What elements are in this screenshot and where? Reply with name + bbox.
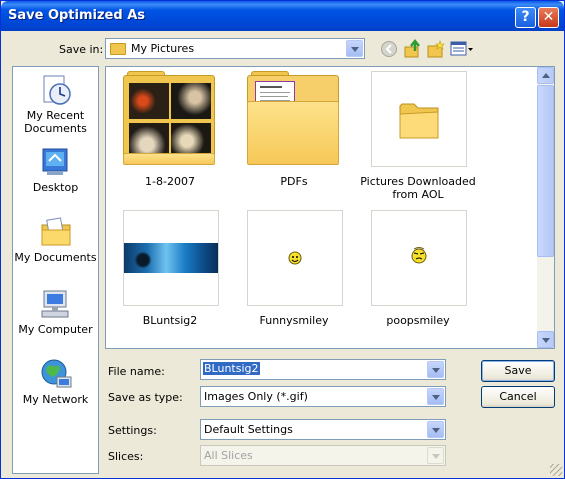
chevron-down-icon[interactable] [427,388,444,405]
file-name: 1-8-2007 [145,175,195,188]
file-name: PDFs [280,175,308,188]
place-label: My Network [22,393,89,406]
save-in-dropdown[interactable]: My Pictures [105,38,365,59]
recent-documents-icon [39,73,73,107]
file-item-pictures-downloaded-from-aol[interactable]: Pictures Downloaded from AOL [356,71,480,201]
file-item-poopsmiley[interactable]: poopsmiley [356,210,480,338]
place-my-documents[interactable]: My Documents [13,215,98,264]
new-folder-button[interactable] [426,39,446,59]
chevron-down-icon[interactable] [427,421,444,438]
new-folder-icon [427,40,445,58]
desktop-icon [39,145,73,179]
place-my-recent-documents[interactable]: My Recent Documents [13,73,98,135]
scroll-thumb[interactable] [537,85,554,257]
folder-icon [399,103,439,139]
place-label: Desktop [32,181,79,194]
file-name: BLuntsig2 [142,314,198,327]
image-thumbnail [371,210,467,306]
places-bar: My Recent Documents Desktop My Documents… [12,66,99,474]
folder-thumbnail [123,71,219,167]
resize-grip[interactable] [550,464,562,476]
save-button[interactable]: Save [481,360,555,382]
save-as-type-dropdown[interactable]: Images Only (*.gif) [200,386,446,407]
place-my-computer[interactable]: My Computer [13,287,98,336]
back-arrow-icon [381,41,397,57]
file-item-bluntsig2[interactable]: BLuntsig2 [108,210,232,338]
slices-value: All Slices [204,449,253,462]
folder-thumbnail [371,71,467,167]
save-dialog: Save Optimized As ? ✕ Save in: My Pictur… [0,0,565,479]
place-label: My Computer [18,323,93,336]
slices-label: Slices: [108,450,144,463]
place-my-network[interactable]: My Network [13,357,98,406]
window-title: Save Optimized As [8,8,145,23]
slices-dropdown: All Slices [200,445,446,466]
my-documents-icon [39,215,73,249]
file-item-pdfs[interactable]: PDFs [232,71,356,199]
save-as-type-label: Save as type: [108,391,183,404]
settings-dropdown[interactable]: Default Settings [200,419,446,440]
smiley-icon [288,251,302,265]
chevron-down-icon[interactable] [427,361,444,378]
cancel-button[interactable]: Cancel [481,386,555,408]
settings-label: Settings: [108,424,157,437]
image-thumbnail [123,210,219,306]
chevron-down-icon [427,447,444,464]
back-button[interactable] [380,39,400,59]
save-in-value: My Pictures [131,42,195,55]
file-name: Funnysmiley [259,314,329,327]
my-network-icon [39,357,73,391]
file-name-field[interactable]: BLuntsig2 [200,359,446,380]
folder-thumbnail [247,71,343,167]
file-item-funnysmiley[interactable]: Funnysmiley [232,210,356,338]
vertical-scrollbar[interactable] [537,67,554,348]
view-menu-button[interactable] [449,39,475,59]
my-computer-icon [39,287,73,321]
file-name-label: File name: [108,365,165,378]
up-folder-icon [404,38,420,58]
chevron-down-icon[interactable] [346,40,363,57]
help-button[interactable]: ? [515,7,536,28]
place-label: My Documents [14,251,97,264]
view-menu-icon [450,41,473,56]
file-name-value: BLuntsig2 [203,362,260,375]
image-thumbnail [247,210,343,306]
close-button[interactable]: ✕ [538,7,559,28]
file-list[interactable]: 1-8-2007 PDFs Pictures Downloaded from A… [105,66,555,349]
save-as-type-value: Images Only (*.gif) [204,390,308,403]
save-in-label: Save in: [59,43,104,56]
folder-icon [110,43,126,55]
place-label: My Recent Documents [24,109,87,135]
scroll-down-button[interactable] [537,331,554,348]
file-name: poopsmiley [386,314,450,327]
scroll-up-button[interactable] [537,67,554,84]
place-desktop[interactable]: Desktop [13,145,98,194]
smiley-icon [411,247,427,264]
file-item-1-8-2007[interactable]: 1-8-2007 [108,71,232,199]
settings-value: Default Settings [204,423,293,436]
up-folder-button[interactable] [403,38,423,59]
file-name: Pictures Downloaded from AOL [360,175,476,201]
title-bar[interactable]: Save Optimized As ? ✕ [1,1,564,31]
